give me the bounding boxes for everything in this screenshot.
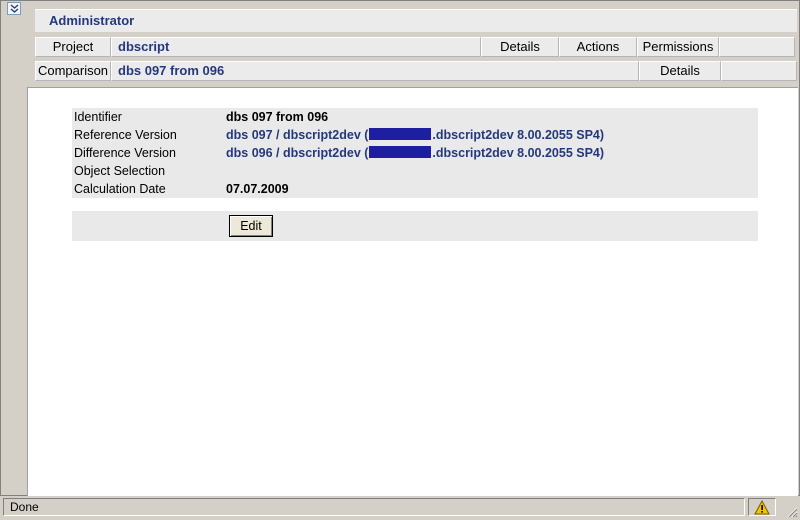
comparison-row: Comparison dbs 097 from 096 Details xyxy=(35,61,797,81)
object-selection-label: Object Selection xyxy=(74,164,166,178)
difference-version-label: Difference Version xyxy=(74,146,176,160)
page-title-bar: Administrator xyxy=(35,9,797,32)
redaction-block xyxy=(369,146,432,158)
identifier-value: dbs 097 from 096 xyxy=(226,110,329,124)
content-panel: Identifier dbs 097 from 096 Reference Ve… xyxy=(27,87,798,496)
comparison-row-spacer xyxy=(721,61,797,81)
reference-version-text: dbs 097 / dbscript2dev ( xyxy=(226,128,369,142)
redaction-block xyxy=(369,128,432,140)
collapse-icon[interactable] xyxy=(7,2,21,15)
comparison-info-box: Identifier dbs 097 from 096 Reference Ve… xyxy=(72,108,758,198)
reference-version-value[interactable]: dbs 097 / dbscript2dev ( .dbscript2dev 8.… xyxy=(226,126,604,144)
action-bar: Edit xyxy=(72,211,758,241)
project-row-spacer xyxy=(719,37,795,57)
comparison-label: Comparison xyxy=(35,61,111,81)
comparison-name[interactable]: dbs 097 from 096 xyxy=(111,61,639,81)
project-row: Project dbscript Details Actions Permiss… xyxy=(35,37,795,57)
status-zone[interactable] xyxy=(748,498,776,516)
calculation-date-label: Calculation Date xyxy=(74,182,166,196)
difference-version-value[interactable]: dbs 096 / dbscript2dev ( .dbscript2dev 8.… xyxy=(226,144,604,162)
project-name[interactable]: dbscript xyxy=(111,37,481,57)
difference-version-server: .dbscript2dev 8.00.2055 SP4) xyxy=(432,146,605,160)
project-label: Project xyxy=(35,37,111,57)
resize-grip-icon[interactable] xyxy=(786,506,798,518)
project-actions-link[interactable]: Actions xyxy=(559,37,637,57)
status-bar: Done xyxy=(0,496,800,520)
reference-version-label: Reference Version xyxy=(74,128,177,142)
project-details-link[interactable]: Details xyxy=(481,37,559,57)
comparison-details-link[interactable]: Details xyxy=(639,61,721,81)
reference-version-server: .dbscript2dev 8.00.2055 SP4) xyxy=(432,128,605,142)
identifier-label: Identifier xyxy=(74,110,122,124)
browser-viewport: Administrator Project dbscript Details A… xyxy=(0,0,800,496)
warning-icon xyxy=(754,500,770,515)
edit-button[interactable]: Edit xyxy=(229,215,273,237)
calculation-date-value: 07.07.2009 xyxy=(226,182,289,196)
page-title: Administrator xyxy=(49,13,135,28)
difference-version-text: dbs 096 / dbscript2dev ( xyxy=(226,146,369,160)
status-text: Done xyxy=(3,498,745,516)
project-permissions-link[interactable]: Permissions xyxy=(637,37,719,57)
